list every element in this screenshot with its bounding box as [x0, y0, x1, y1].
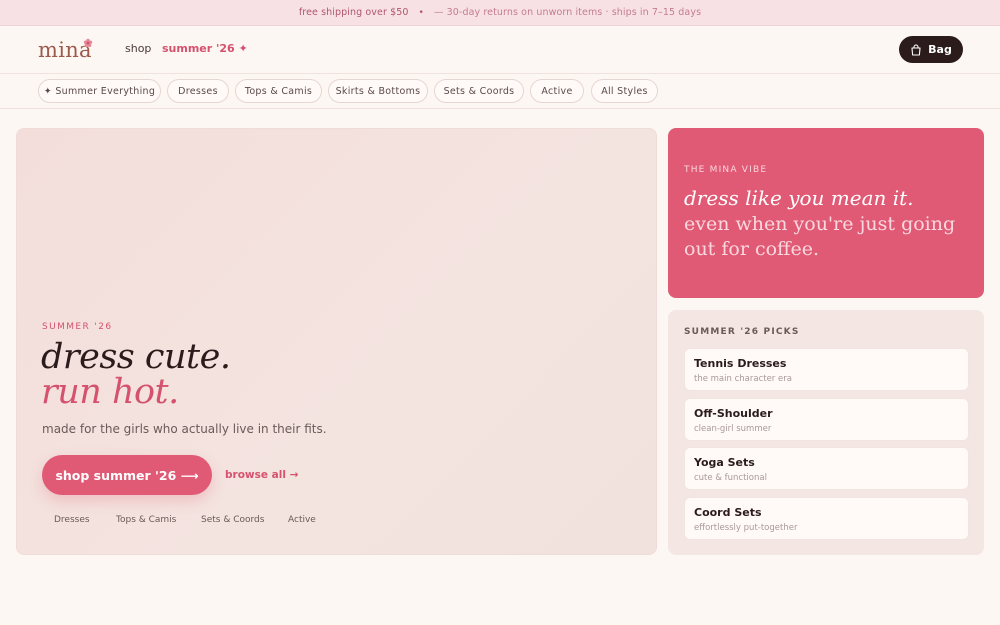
pick-title: Yoga Sets	[694, 456, 755, 469]
hero-banner: SUMMER '26 dress cute. run hot. made for…	[16, 128, 657, 555]
summer-picks-panel: SUMMER '26 PICKS Tennis Dresses the main…	[668, 310, 984, 555]
pick-card-tennis-dresses[interactable]: Tennis Dresses the main character era	[684, 348, 969, 391]
chip-tops-camis[interactable]: Tops & Camis	[235, 79, 322, 103]
hero-link-dresses[interactable]: Dresses	[54, 515, 90, 525]
pick-title: Tennis Dresses	[694, 357, 787, 370]
chip-dresses[interactable]: Dresses	[167, 79, 229, 103]
browse-all-link[interactable]: browse all →	[225, 469, 298, 481]
chip-active[interactable]: Active	[530, 79, 584, 103]
hero-headline-line2: run hot.	[41, 372, 179, 412]
pick-subtitle: clean-girl summer	[694, 424, 772, 434]
site-header: mina shop summer '26 ✦ Bag	[0, 26, 1000, 73]
promo-separator: •	[418, 7, 424, 18]
chip-all-styles[interactable]: All Styles	[591, 79, 658, 103]
pick-card-off-shoulder[interactable]: Off-Shoulder clean-girl summer	[684, 398, 969, 441]
hero-link-sets-coords[interactable]: Sets & Coords	[201, 515, 264, 525]
chip-skirts-bottoms[interactable]: Skirts & Bottoms	[328, 79, 428, 103]
nav-summer-26[interactable]: summer '26 ✦	[162, 42, 248, 55]
shop-summer-button[interactable]: shop summer '26 ⟶	[42, 455, 212, 495]
vibe-eyebrow: THE MINA VIBE	[684, 165, 768, 175]
vibe-quote: even when you're just going out for coff…	[684, 213, 956, 260]
pick-subtitle: cute & functional	[694, 473, 767, 483]
flower-icon	[83, 38, 93, 47]
shopping-bag-icon	[911, 43, 921, 56]
pick-subtitle: effortlessly put-together	[694, 523, 798, 533]
hero-subtitle: made for the girls who actually live in …	[42, 422, 327, 436]
promo-bar: free shipping over $50 • — 30-day return…	[0, 0, 1000, 26]
promo-returns: — 30-day returns on unworn items · ships…	[433, 7, 702, 18]
pick-title: Coord Sets	[694, 506, 762, 519]
category-strip: ✦ Summer Everything Dresses Tops & Camis…	[0, 73, 1000, 109]
nav-shop[interactable]: shop	[125, 42, 151, 55]
pick-card-yoga-sets[interactable]: Yoga Sets cute & functional	[684, 447, 969, 490]
hero-headline-line1: dress cute.	[41, 337, 231, 377]
pick-card-coord-sets[interactable]: Coord Sets effortlessly put-together	[684, 497, 969, 540]
pick-title: Off-Shoulder	[694, 407, 773, 420]
hero-link-tops-camis[interactable]: Tops & Camis	[116, 515, 176, 525]
bag-label: Bag	[928, 43, 952, 56]
vibe-quote-italic: dress like you mean it.	[684, 186, 914, 210]
picks-title: SUMMER '26 PICKS	[684, 327, 800, 337]
chip-summer-everything[interactable]: ✦ Summer Everything	[38, 79, 161, 103]
promo-shipping: free shipping over $50	[298, 7, 409, 18]
chip-sets-coords[interactable]: Sets & Coords	[434, 79, 524, 103]
vibe-card: THE MINA VIBE dress like you mean it. ev…	[668, 128, 984, 298]
pick-subtitle: the main character era	[694, 374, 792, 384]
hero-link-active[interactable]: Active	[288, 515, 316, 525]
hero-eyebrow: SUMMER '26	[42, 322, 113, 332]
bag-button[interactable]: Bag	[899, 36, 963, 63]
